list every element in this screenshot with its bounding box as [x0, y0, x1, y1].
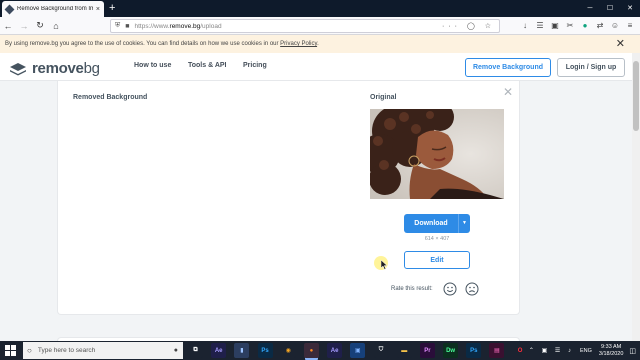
clock[interactable]: 9:33 AM 3/18/2020: [599, 344, 623, 358]
download-button[interactable]: Download ▼: [404, 214, 470, 233]
new-tab-button[interactable]: +: [109, 1, 115, 15]
opera-icon[interactable]: O: [512, 343, 528, 358]
app-blue-icon[interactable]: ▣: [350, 343, 366, 358]
edit-button[interactable]: Edit: [404, 251, 470, 269]
url-text: https://www.remove.bg/upload: [134, 22, 222, 30]
task-view-icon[interactable]: ⧉: [188, 343, 203, 358]
premiere-icon[interactable]: Pr: [419, 343, 435, 358]
removebg-favicon-icon: [4, 4, 15, 14]
back-icon[interactable]: ←: [0, 21, 16, 31]
url-bar[interactable]: ⛨ ■ https://www.remove.bg/upload ··· ◯ ☆: [110, 19, 500, 33]
toolbar-extensions: ↓ ☰ ▣ ✂ ● ⇄ ☺ ≡: [519, 19, 636, 33]
scrollbar-thumb[interactable]: [633, 61, 639, 131]
windows-taskbar: ○ Type here to search ● ⧉ Ae ▮ Ps ◉ ● Ae ▣ ⛉ ▬ Pr D…: [0, 341, 640, 360]
original-label: Original: [370, 94, 397, 101]
login-signup-button[interactable]: Login / Sign up: [557, 58, 625, 77]
removed-background-label: Removed Background: [73, 94, 148, 101]
cookie-banner: By using remove.bg you agree to the use …: [0, 35, 640, 53]
smile-face-icon[interactable]: [443, 282, 457, 296]
folder-icon[interactable]: ▬: [396, 343, 412, 358]
forward-icon[interactable]: →: [16, 21, 32, 31]
chevron-down-icon[interactable]: ▼: [458, 214, 470, 233]
minimize-button[interactable]: ─: [580, 0, 600, 17]
photoshop-icon[interactable]: Ps: [257, 343, 273, 358]
photoshop-2-icon[interactable]: Ps: [466, 343, 482, 358]
firefox-icon[interactable]: ●: [303, 343, 319, 358]
frown-face-icon[interactable]: [465, 282, 479, 296]
notifications-icon[interactable]: ◫: [629, 347, 636, 355]
store-icon[interactable]: ⛉: [373, 343, 389, 358]
blender-icon[interactable]: ◉: [280, 343, 296, 358]
cookie-text: By using remove.bg you agree to the use …: [5, 41, 319, 47]
mouse-cursor-icon: [381, 260, 388, 270]
original-image: [370, 109, 504, 199]
library-icon[interactable]: ☰: [534, 19, 546, 33]
rate-result-label: Rate this result:: [391, 286, 433, 292]
page-actions-icon[interactable]: ··· ◯ ☆: [442, 22, 495, 30]
extension-icon[interactable]: ●: [579, 19, 591, 33]
remove-background-button[interactable]: Remove Background: [465, 58, 551, 77]
app-pink-icon[interactable]: ▤: [489, 343, 505, 358]
windows-start-icon[interactable]: [5, 345, 16, 356]
portrait-photo: [370, 109, 504, 199]
after-effects-icon[interactable]: Ae: [211, 343, 227, 358]
cookie-close-icon[interactable]: ✕: [616, 37, 625, 50]
account-icon[interactable]: ☺: [609, 19, 621, 33]
clock-time: 9:33 AM: [601, 343, 622, 350]
maximize-button[interactable]: ☐: [600, 0, 620, 17]
screenshot-icon[interactable]: ✂: [564, 19, 576, 33]
shield-icon[interactable]: ⛨: [115, 22, 120, 30]
page-scrollbar[interactable]: [632, 53, 640, 341]
window-controls: ─ ☐ ✕: [580, 0, 640, 17]
tray-icons[interactable]: ⌃ ▣ ☰ ♪: [529, 347, 574, 354]
dreamweaver-icon[interactable]: Dw: [443, 343, 459, 358]
close-result-icon[interactable]: ✕: [503, 85, 513, 99]
sidebar-icon[interactable]: ▣: [549, 19, 561, 33]
file-icon[interactable]: ▮: [234, 343, 250, 358]
privacy-policy-link[interactable]: Privacy Policy: [280, 41, 317, 47]
after-effects-2-icon[interactable]: Ae: [327, 343, 343, 358]
removebg-logo-icon: [10, 62, 26, 75]
result-card: Removed Background Original ✕ Download ▼…: [57, 81, 520, 315]
microphone-icon[interactable]: ●: [174, 347, 178, 354]
tab-close-icon[interactable]: ×: [96, 6, 100, 13]
lock-icon[interactable]: ■: [125, 23, 129, 30]
browser-tab-strip: Remove Background from Ima × + ─ ☐ ✕: [0, 0, 640, 17]
site-header: remove bg How to use Tools & API Pricing…: [0, 53, 632, 81]
search-placeholder: Type here to search: [37, 347, 96, 354]
downloads-icon[interactable]: ↓: [519, 19, 531, 33]
close-window-button[interactable]: ✕: [620, 0, 640, 17]
download-label: Download: [414, 220, 448, 227]
language-indicator[interactable]: ENG: [580, 348, 592, 354]
nav-how-to-use[interactable]: How to use: [134, 62, 171, 69]
nav-pricing[interactable]: Pricing: [243, 62, 267, 69]
home-icon[interactable]: ⌂: [48, 21, 64, 31]
clock-date: 3/18/2020: [598, 350, 624, 357]
logo-text-bg: bg: [83, 60, 100, 77]
browser-tab[interactable]: Remove Background from Ima ×: [2, 1, 104, 17]
taskbar-apps: ⧉ Ae ▮ Ps ◉ ● Ae ▣ ⛉ ▬ Pr Dw Ps ▤ O: [188, 343, 536, 358]
browser-toolbar: ← → ↻ ⌂ ⛨ ■ https://www.remove.bg/upload…: [0, 17, 640, 35]
system-tray: ⌃ ▣ ☰ ♪ ENG 9:33 AM 3/18/2020 ◫: [529, 341, 636, 360]
menu-icon[interactable]: ≡: [624, 19, 636, 33]
reload-icon[interactable]: ↻: [32, 20, 48, 31]
logo-text-remove: remove: [32, 60, 84, 77]
search-icon: ○: [27, 346, 32, 355]
image-dimensions: 614 × 407: [424, 236, 450, 242]
taskbar-search[interactable]: ○ Type here to search ●: [23, 342, 183, 359]
logo[interactable]: remove bg: [9, 60, 100, 77]
nav-tools-api[interactable]: Tools & API: [188, 62, 227, 69]
sync-icon[interactable]: ⇄: [594, 19, 606, 33]
tab-title: Remove Background from Ima: [17, 6, 93, 12]
